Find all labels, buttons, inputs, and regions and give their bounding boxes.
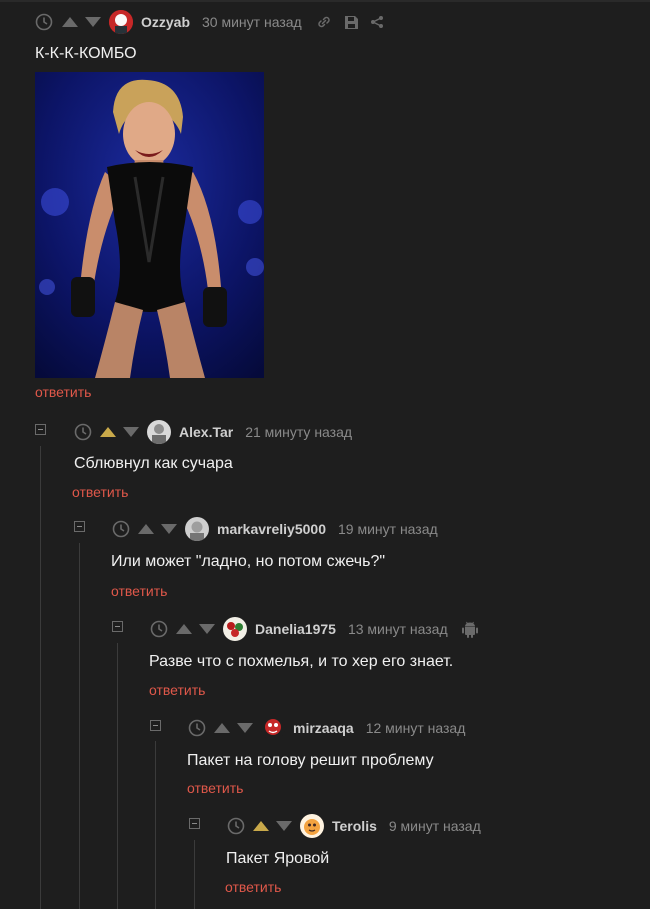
reply-link[interactable]: ответить (225, 879, 281, 895)
comment-header: Danelia1975 13 минут назад (150, 617, 478, 641)
comment-time[interactable]: 12 минут назад (366, 720, 466, 736)
clock-icon[interactable] (35, 13, 53, 31)
avatar[interactable] (300, 814, 324, 838)
comment-time[interactable]: 19 минут назад (338, 521, 438, 537)
clock-icon[interactable] (227, 817, 245, 835)
upvote-icon[interactable] (214, 723, 230, 733)
comment-text: Сблювнул как сучара (74, 455, 233, 472)
clock-icon[interactable] (188, 719, 206, 737)
reply-link[interactable]: ответить (35, 384, 91, 400)
collapse-button[interactable] (74, 521, 85, 532)
collapse-button[interactable] (35, 424, 46, 435)
avatar[interactable] (223, 617, 247, 641)
comment-text: Пакет Яровой (226, 850, 330, 867)
comment-time[interactable]: 13 минут назад (348, 621, 448, 637)
comment-image[interactable] (35, 72, 264, 378)
comment-header: Terolis 9 минут назад (227, 814, 481, 838)
comment-author[interactable]: Alex.Tar (179, 424, 233, 440)
comment-time[interactable]: 30 минут назад (202, 14, 302, 30)
upvote-icon[interactable] (62, 17, 78, 27)
upvote-icon[interactable] (100, 427, 116, 437)
collapse-button[interactable] (112, 621, 123, 632)
downvote-icon[interactable] (161, 524, 177, 534)
comment-header: Ozzyab 30 минут назад (35, 10, 384, 34)
avatar[interactable] (147, 420, 171, 444)
comment-text: Пакет на голову решит проблему (187, 752, 434, 769)
comment-header: Alex.Tar 21 минуту назад (74, 420, 352, 444)
avatar[interactable] (261, 716, 285, 740)
clock-icon[interactable] (150, 620, 168, 638)
upvote-icon[interactable] (138, 524, 154, 534)
save-icon[interactable] (344, 15, 359, 30)
downvote-icon[interactable] (276, 821, 292, 831)
upvote-icon[interactable] (176, 624, 192, 634)
thread-line (155, 741, 156, 909)
comment-author[interactable]: mirzaaqa (293, 720, 354, 736)
comment-author[interactable]: Danelia1975 (255, 621, 336, 637)
upvote-icon[interactable] (253, 821, 269, 831)
comment-header: mirzaaqa 12 минут назад (188, 716, 466, 740)
downvote-icon[interactable] (123, 427, 139, 437)
comment-time[interactable]: 9 минут назад (389, 818, 481, 834)
downvote-icon[interactable] (85, 17, 101, 27)
thread-line (194, 840, 195, 909)
thread-line (79, 543, 80, 909)
reply-link[interactable]: ответить (149, 682, 205, 698)
reply-link[interactable]: ответить (187, 780, 243, 796)
collapse-button[interactable] (189, 818, 200, 829)
collapse-button[interactable] (150, 720, 161, 731)
avatar[interactable] (109, 10, 133, 34)
comment-author[interactable]: markavreliy5000 (217, 521, 326, 537)
thread-line (40, 446, 41, 909)
clock-icon[interactable] (74, 423, 92, 441)
downvote-icon[interactable] (237, 723, 253, 733)
avatar[interactable] (185, 517, 209, 541)
comment-text: К-К-К-КОМБО (35, 45, 137, 62)
android-icon (461, 621, 478, 638)
reply-link[interactable]: ответить (72, 484, 128, 500)
comment-time[interactable]: 21 минуту назад (245, 424, 352, 440)
reply-link[interactable]: ответить (111, 583, 167, 599)
comment-author[interactable]: Ozzyab (141, 14, 190, 30)
comment-text: Или может "ладно, но потом сжечь?" (111, 553, 386, 570)
comment-author[interactable]: Terolis (332, 818, 377, 834)
downvote-icon[interactable] (199, 624, 215, 634)
share-icon[interactable] (370, 15, 384, 29)
link-icon[interactable] (316, 14, 332, 30)
thread-line (117, 643, 118, 909)
top-divider (0, 0, 650, 2)
comment-header: markavreliy5000 19 минут назад (112, 517, 438, 541)
clock-icon[interactable] (112, 520, 130, 538)
comment-text: Разве что с похмелья, и то хер его знает… (149, 653, 454, 670)
